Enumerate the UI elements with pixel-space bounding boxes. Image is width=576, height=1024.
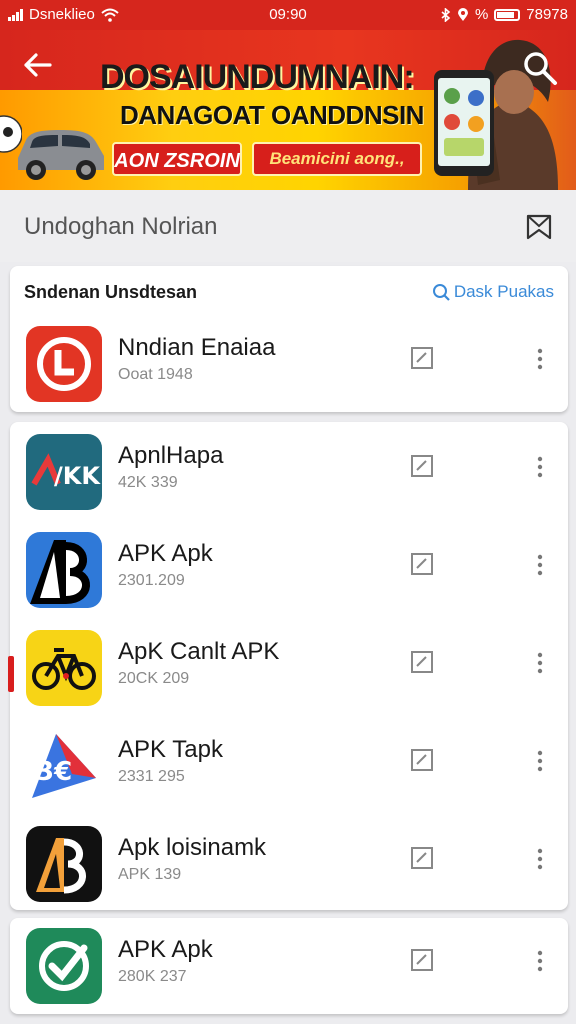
apk-teal-logo-icon: /KK — [26, 434, 102, 510]
status-number: 78978 — [526, 6, 568, 23]
edit-icon[interactable] — [410, 748, 434, 772]
edit-icon[interactable] — [410, 846, 434, 870]
status-bar: Dsneklieo 09:90 % 78978 — [0, 0, 576, 30]
app-row[interactable]: APK Apk 2301.209 — [10, 520, 568, 618]
bluetooth-icon — [441, 7, 451, 22]
car-illustration — [18, 130, 104, 180]
edit-icon[interactable] — [410, 346, 434, 370]
app-meta: 20CK 209 — [118, 670, 190, 687]
app-row[interactable]: Nndian Enaiaa Ooat 1948 — [10, 314, 568, 412]
clock: 09:90 — [269, 6, 307, 23]
app-row[interactable]: 3€ APK Tapk 2331 295 — [10, 716, 568, 814]
banner-headline: DOSAIUNDUMNAIN: — [100, 58, 415, 96]
location-icon — [457, 7, 468, 21]
app-name: APK Apk — [118, 540, 213, 567]
more-vert-icon[interactable] — [534, 456, 546, 478]
bookmark-envelope-icon[interactable] — [522, 210, 556, 244]
card-link-label: Dask Puakas — [453, 282, 554, 301]
search-link-icon — [432, 284, 450, 301]
back-arrow-icon[interactable] — [20, 50, 56, 80]
edit-icon[interactable] — [410, 552, 434, 576]
app-row[interactable]: /KK ApnlHapa 42K 339 — [10, 422, 568, 520]
svg-text:/KK: /KK — [54, 462, 101, 490]
more-vert-icon[interactable] — [534, 554, 546, 576]
app-row[interactable]: Apk loisinamk APK 139 — [10, 814, 568, 912]
app-list-card-2: /KK ApnlHapa 42K 339 APK Apk 2301.209 Ap… — [10, 422, 568, 910]
app-list-card-3: APK Apk 280K 237 — [10, 918, 568, 1014]
section-title: Undoghan Nolrian — [24, 213, 218, 240]
more-vert-icon[interactable] — [534, 348, 546, 370]
app-meta: 2301.209 — [118, 572, 185, 589]
app-name: Nndian Enaiaa — [118, 334, 276, 361]
svg-text:3€: 3€ — [36, 757, 72, 787]
arrow-blue-logo-icon: 3€ — [26, 728, 102, 804]
battery-icon — [494, 8, 521, 21]
app-meta: APK 139 — [118, 866, 182, 883]
edit-icon[interactable] — [410, 454, 434, 478]
more-vert-icon[interactable] — [534, 848, 546, 870]
edit-icon[interactable] — [410, 948, 434, 972]
ap-black-logo-icon — [26, 826, 102, 902]
red-circle-logo-icon — [26, 326, 102, 402]
banner-subheadline: DANAGOAT OANDDNSIN — [120, 100, 424, 130]
battery-percent-sign: % — [474, 6, 489, 23]
more-vert-icon[interactable] — [534, 750, 546, 772]
app-name: APK Tapk — [118, 736, 223, 763]
card-link[interactable]: Dask Puakas — [432, 282, 554, 302]
more-vert-icon[interactable] — [534, 652, 546, 674]
banner-button-a[interactable]: AON ZSROIN — [112, 142, 242, 176]
bicycle-logo-icon — [26, 630, 102, 706]
promo-banner[interactable]: DOSAIUNDUMNAIN: DANAGOAT OANDDNSIN AON Z… — [0, 30, 576, 190]
edit-icon[interactable] — [410, 650, 434, 674]
check-green-logo-icon — [26, 928, 102, 1004]
app-name: APK Apk — [118, 936, 213, 963]
app-meta: Ooat 1948 — [118, 366, 193, 383]
app-name: ApnlHapa — [118, 442, 224, 469]
app-meta: 2331 295 — [118, 768, 185, 785]
card-title: Sndenan Unsdtesan — [24, 282, 198, 302]
more-vert-icon[interactable] — [534, 950, 546, 972]
banner-button-b[interactable]: Beamicini aong., — [252, 142, 422, 176]
app-row[interactable]: ApK Canlt APK 20CK 209 — [10, 618, 568, 716]
app-row[interactable]: APK Apk 280K 237 — [10, 916, 568, 1014]
app-meta: 42K 339 — [118, 474, 178, 491]
selection-indicator — [8, 656, 14, 692]
search-icon[interactable] — [522, 50, 558, 86]
app-list-card: Sndenan Unsdtesan Dask Puakas Nndian Ena… — [10, 266, 568, 412]
ap-blue-logo-icon — [26, 532, 102, 608]
app-name: Apk loisinamk — [118, 834, 267, 861]
app-name: ApK Canlt APK — [118, 638, 280, 665]
banner-phone-illustration — [434, 70, 494, 176]
app-meta: 280K 237 — [118, 968, 187, 985]
